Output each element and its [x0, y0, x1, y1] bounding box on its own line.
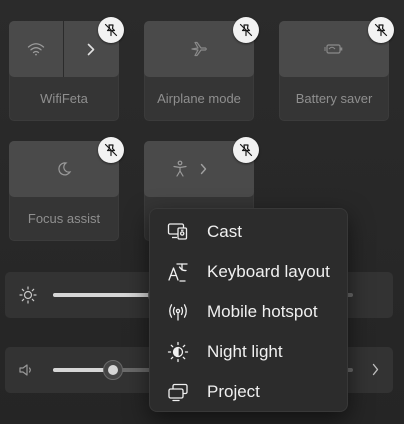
unpin-icon — [104, 23, 118, 37]
unpin-button-airplane[interactable] — [233, 17, 259, 43]
unpin-button-battery[interactable] — [368, 17, 394, 43]
tile-label-airplane: Airplane mode — [157, 91, 241, 106]
wifi-icon — [27, 42, 45, 56]
chevron-right-icon — [87, 43, 95, 56]
tile-label-battery: Battery saver — [295, 91, 373, 106]
speaker-icon — [18, 362, 34, 378]
audio-output-chevron-button[interactable] — [372, 363, 379, 376]
hotspot-icon — [167, 301, 189, 323]
volume-thumb[interactable] — [103, 360, 123, 380]
tile-label-focus: Focus assist — [27, 211, 101, 226]
menu-item-label: Mobile hotspot — [207, 302, 318, 321]
accessibility-icon — [172, 160, 188, 178]
menu-item-label: Keyboard layout — [207, 262, 330, 281]
airplane-icon — [190, 40, 208, 58]
battery-saver-icon — [324, 43, 344, 55]
menu-item-label: Cast — [207, 222, 242, 241]
unpin-icon — [239, 23, 253, 37]
menu-item-mobile-hotspot[interactable]: Mobile hotspot — [153, 294, 344, 330]
tile-label-wifi: WifiFeta — [40, 91, 88, 106]
menu-item-label: Night light — [207, 342, 283, 361]
moon-icon — [56, 161, 72, 177]
unpin-button-focus[interactable] — [98, 137, 124, 163]
project-icon — [167, 381, 189, 403]
sun-icon — [18, 285, 38, 305]
wifi-toggle-button[interactable] — [9, 21, 63, 77]
menu-item-cast[interactable]: Cast — [153, 214, 344, 250]
cast-icon — [167, 221, 189, 243]
unpin-icon — [104, 143, 118, 157]
add-quick-setting-menu: Cast Keyboard layout Mobile hotspot Nigh… — [149, 208, 348, 412]
unpin-button-wifi[interactable] — [98, 17, 124, 43]
chevron-right-icon — [200, 163, 207, 175]
menu-item-night-light[interactable]: Night light — [153, 334, 344, 370]
accessibility-toggle-button[interactable] — [144, 141, 230, 197]
unpin-icon — [374, 23, 388, 37]
keyboard-layout-icon — [167, 261, 189, 283]
menu-item-keyboard-layout[interactable]: Keyboard layout — [153, 254, 344, 290]
unpin-icon — [239, 143, 253, 157]
unpin-button-accessibility[interactable] — [233, 137, 259, 163]
menu-item-label: Project — [207, 382, 260, 401]
night-light-icon — [167, 341, 189, 363]
brightness-fill — [53, 293, 158, 297]
menu-item-project[interactable]: Project — [153, 374, 344, 410]
